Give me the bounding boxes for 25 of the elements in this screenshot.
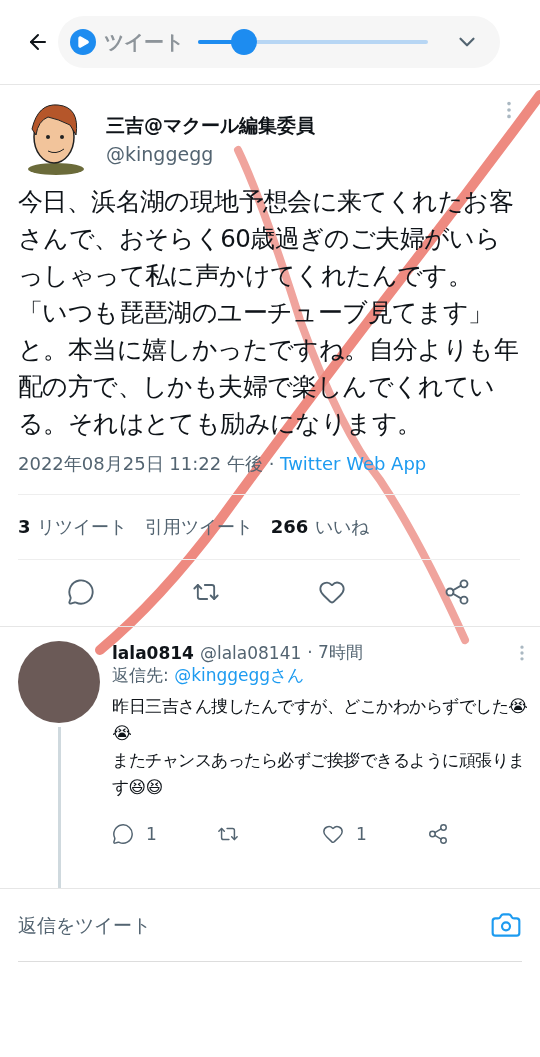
- reply-text: またチャンスあったら必ずご挨拶できるように頑張ります😆😆: [112, 749, 526, 799]
- share-icon[interactable]: [427, 823, 449, 845]
- audio-slider[interactable]: [198, 29, 428, 55]
- play-icon: [76, 35, 90, 49]
- reply-icon[interactable]: [112, 823, 134, 845]
- reply-to-link[interactable]: @kinggeggさん: [174, 665, 305, 685]
- reply-to-label: 返信先:: [112, 665, 170, 685]
- reply-time: · 7時間: [307, 641, 363, 664]
- action-count: 1: [356, 824, 367, 844]
- action-count: 1: [146, 824, 157, 844]
- play-button[interactable]: [70, 29, 96, 55]
- tweet-text: 「いつも琵琶湖のユーチューブ見てます」と。本当に嬉しかったですね。自分よりも年配の方で、しかも夫婦で楽しんでくれている。それはとても励みになります。: [18, 297, 519, 440]
- author-handle: @kinggegg: [106, 143, 215, 165]
- slider-thumb[interactable]: [231, 29, 257, 55]
- reply-author-name: lala0814: [112, 642, 194, 663]
- tweet-stat[interactable]: 266 いいね: [270, 515, 369, 539]
- reply-icon[interactable]: [66, 578, 95, 606]
- tweet-stat[interactable]: 3 リツイート: [18, 515, 127, 539]
- like-icon[interactable]: [322, 823, 344, 845]
- page-title: ツイート: [104, 28, 184, 56]
- reply-text: 昨日三吉さん捜したんですが、どこかわからずでした😭😭: [112, 695, 529, 745]
- reply-field[interactable]: 返信をツイート: [18, 914, 218, 936]
- reply-handle: @lala08141: [199, 642, 302, 663]
- tweet-text: 今日、浜名湖の現地予想会に来てくれたお客さんで、おそらく60歳過ぎのご夫婦がいらっしゃって私に声かけてくれたんです。: [18, 186, 514, 292]
- author-name: 三吉@マクール編集委員: [106, 113, 316, 138]
